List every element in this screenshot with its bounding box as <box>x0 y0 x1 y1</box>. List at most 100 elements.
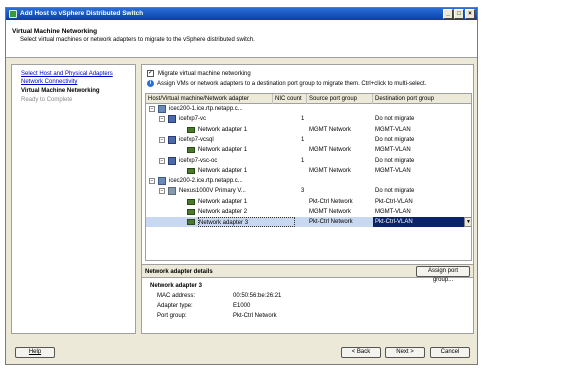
step-vm-networking: Virtual Machine Networking <box>21 88 100 94</box>
row-destination-port-group: MGMT-VLAN <box>375 167 411 174</box>
row-source-port-group: MGMT Network <box>309 209 351 215</box>
row-destination-port-group: MGMT-VLAN <box>375 209 411 215</box>
col-destination-port-group[interactable]: Destination port group <box>373 94 471 104</box>
table-row[interactable]: Network adapter 1 MGMT Network MGMT-VLAN <box>146 125 471 135</box>
details-header: Network adapter details <box>145 269 213 275</box>
table-row[interactable]: Network adapter 1 Pkt-Ctrl Network Pkt-Ctr… <box>146 197 471 207</box>
row-name: icefxp7-vc <box>179 116 207 123</box>
page-subtitle: Select virtual machines or network adapt… <box>20 37 255 43</box>
row-name: Network adapter 1 <box>198 147 248 154</box>
dropdown-arrow-icon[interactable]: ▼ <box>464 217 471 228</box>
virtual-machine-icon <box>168 156 176 165</box>
page-title: Virtual Machine Networking <box>12 28 98 35</box>
table-row[interactable]: − icec200-2.ice.rtp.netapp.c... <box>146 176 471 186</box>
port-group-label: Port group: <box>157 313 187 319</box>
title-bar[interactable]: Add Host to vSphere Distributed Switch _… <box>6 8 477 20</box>
row-name: Network adapter 2 <box>198 209 248 215</box>
content-panel: ✓ Migrate virtual machine networking i A… <box>141 64 474 334</box>
cancel-button[interactable]: Cancel <box>430 347 470 358</box>
col-nic-count[interactable]: NIC count <box>273 94 307 104</box>
table-row[interactable]: Network adapter 3 Pkt-Ctrl Network Pkt-Ctr… <box>146 217 471 228</box>
row-name: Nexus1000V Primary V... <box>179 188 246 195</box>
vm-network-grid: Host/Virtual machine/Network adapter NIC… <box>145 93 472 261</box>
collapse-toggle-icon[interactable]: − <box>149 106 155 112</box>
collapse-toggle-icon[interactable]: − <box>159 188 165 195</box>
row-source-port-group <box>309 176 371 186</box>
row-nic-count: 1 <box>301 157 305 164</box>
row-nic-count: 3 <box>301 188 305 195</box>
network-adapter-icon <box>187 209 195 215</box>
row-source-port-group <box>309 114 371 124</box>
virtual-machine-icon <box>168 135 176 144</box>
table-row[interactable]: − icefxp7-vcsql 1 Do not migrate <box>146 135 471 145</box>
network-adapter-icon <box>187 126 195 133</box>
destination-port-group-select[interactable]: Pkt-Ctrl-VLAN ▼ <box>373 217 471 228</box>
row-nic-count <box>301 104 307 114</box>
info-text: Assign VMs or network adapters to a dest… <box>157 80 427 87</box>
migrate-label: Migrate virtual machine networking <box>158 70 251 77</box>
row-source-port-group: MGMT Network <box>309 147 351 154</box>
next-button[interactable]: Next > <box>385 347 425 358</box>
row-name: Network adapter 1 <box>198 167 248 174</box>
table-row[interactable]: − icefxp7-vsc-oc 1 Do not migrate <box>146 156 471 166</box>
row-source-port-group <box>309 156 371 166</box>
host-icon <box>158 105 166 113</box>
migrate-checkbox-row[interactable]: ✓ Migrate virtual machine networking <box>147 70 251 77</box>
row-name: Network adapter 1 <box>198 126 248 133</box>
row-nic-count <box>301 125 307 135</box>
vsphere-app-icon <box>9 10 17 18</box>
row-destination-port-group: Do not migrate <box>375 188 415 195</box>
row-name: icec200-2.ice.rtp.netapp.c... <box>169 178 243 185</box>
row-nic-count <box>301 197 307 207</box>
collapse-toggle-icon[interactable]: − <box>159 116 165 123</box>
row-source-port-group: MGMT Network <box>309 167 351 174</box>
row-nic-count <box>301 207 307 217</box>
col-source-port-group[interactable]: Source port group <box>307 94 373 104</box>
virtual-machine-icon <box>168 115 176 124</box>
port-group-value: Pkt-Ctrl Network <box>233 313 277 319</box>
grid-header: Host/Virtual machine/Network adapter NIC… <box>146 94 471 104</box>
table-row[interactable]: Network adapter 1 MGMT Network MGMT-VLAN <box>146 145 471 155</box>
step-select-host[interactable]: Select Host and Physical Adapters <box>21 71 113 77</box>
details-title: Network adapter 3 <box>150 283 203 289</box>
table-row[interactable]: − icefxp7-vc 1 Do not migrate <box>146 114 471 124</box>
info-row: i Assign VMs or network adapters to a de… <box>147 80 426 87</box>
dropdown-value: Pkt-Ctrl-VLAN <box>375 219 413 226</box>
row-source-port-group <box>309 186 371 196</box>
step-network-connectivity[interactable]: Network Connectivity <box>21 79 77 85</box>
row-name: icefxp7-vsc-oc <box>179 157 218 164</box>
table-row[interactable]: − Nexus1000V Primary V... 3 Do not migrate <box>146 186 471 196</box>
row-destination-port-group: MGMT-VLAN <box>375 126 411 133</box>
assign-port-group-button[interactable]: Assign port group... <box>416 266 470 283</box>
row-nic-count <box>301 166 307 176</box>
collapse-toggle-icon[interactable]: − <box>159 157 165 164</box>
row-nic-count <box>301 145 307 155</box>
row-source-port-group: Pkt-Ctrl Network <box>309 198 353 205</box>
table-row[interactable]: Network adapter 2 MGMT Network MGMT-VLAN <box>146 207 471 217</box>
row-source-port-group: MGMT Network <box>309 126 351 133</box>
row-nic-count: 1 <box>301 116 305 123</box>
network-adapter-icon <box>187 198 195 205</box>
maximize-button[interactable]: □ <box>454 9 464 19</box>
row-source-port-group <box>309 104 371 114</box>
back-button[interactable]: < Back <box>341 347 381 358</box>
dialog-window: Add Host to vSphere Distributed Switch _… <box>5 7 478 365</box>
table-row[interactable]: − icec200-1.ice.rtp.netapp.c... <box>146 104 471 114</box>
collapse-toggle-icon[interactable]: − <box>159 136 165 143</box>
wizard-footer: Help < Back Next > Cancel <box>6 338 477 365</box>
wizard-header: Virtual Machine Networking Select virtua… <box>6 20 477 58</box>
row-destination-port-group: Do not migrate <box>375 136 415 143</box>
col-host-vm-adapter[interactable]: Host/Virtual machine/Network adapter <box>146 94 273 104</box>
adapter-details-bar: Network adapter details Assign port grou… <box>142 264 473 283</box>
network-adapter-icon <box>187 219 195 226</box>
close-button[interactable]: × <box>465 9 475 19</box>
minimize-button[interactable]: _ <box>443 9 453 19</box>
collapse-toggle-icon[interactable]: − <box>149 178 155 185</box>
migrate-checkbox[interactable]: ✓ <box>147 70 154 77</box>
help-button[interactable]: Help <box>15 347 55 358</box>
row-nic-count <box>301 217 307 227</box>
table-row[interactable]: Network adapter 1 MGMT Network MGMT-VLAN <box>146 166 471 176</box>
wizard-steps: Select Host and Physical Adapters Networ… <box>11 64 136 334</box>
window-title: Add Host to vSphere Distributed Switch <box>20 10 144 17</box>
info-icon: i <box>147 80 154 87</box>
